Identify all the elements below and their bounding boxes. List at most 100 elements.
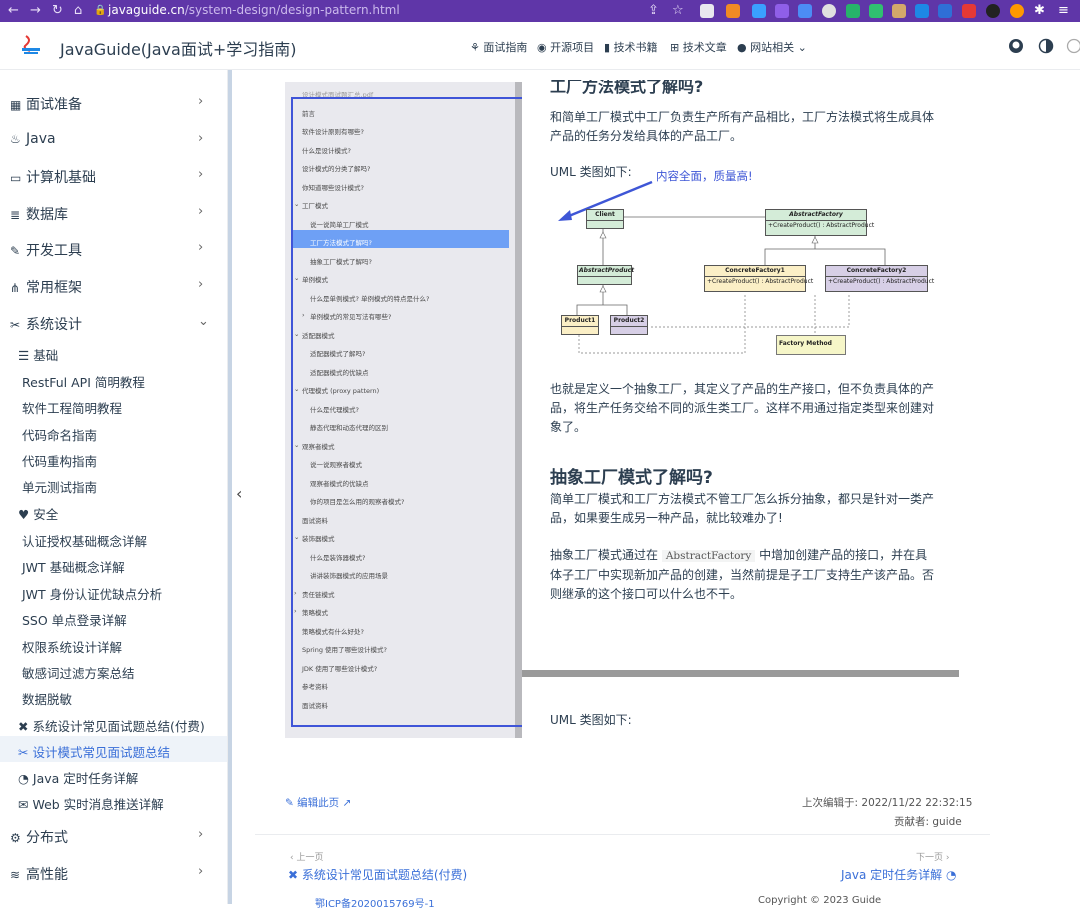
heading-abstract-factory: 抽象工厂模式了解吗? bbox=[550, 463, 713, 488]
theme-toggle-icon[interactable] bbox=[1038, 38, 1054, 54]
image-separator bbox=[522, 670, 959, 677]
sidebar-group-system-design[interactable]: ✂系统设计 bbox=[10, 314, 82, 334]
share-icon[interactable]: ⇪ bbox=[648, 3, 659, 18]
chevron-right-icon[interactable]: › bbox=[198, 94, 203, 109]
sidebar-item[interactable]: 代码命名指南 bbox=[22, 425, 97, 444]
sidebar-item[interactable]: 权限系统设计详解 bbox=[22, 637, 122, 656]
chevron-right-icon[interactable]: › bbox=[198, 131, 203, 146]
tools-icon: ✂ bbox=[18, 745, 32, 760]
sidebar-group-performance[interactable]: ≋高性能 bbox=[10, 864, 68, 884]
sidebar-subgroup-basic[interactable]: ☰ 基础 bbox=[18, 345, 58, 364]
sidebar-item[interactable]: 单元测试指南 bbox=[22, 477, 97, 496]
sidebar-group-interview-prep[interactable]: ▦面试准备 bbox=[10, 94, 82, 114]
forward-icon[interactable]: → bbox=[30, 3, 41, 18]
extension-icon[interactable] bbox=[775, 4, 789, 18]
extension-icon[interactable] bbox=[1010, 4, 1024, 18]
reading-list-icon[interactable]: ≡ bbox=[1058, 3, 1069, 18]
sidebar-scrollbar[interactable] bbox=[228, 70, 232, 904]
extension-icon[interactable] bbox=[846, 4, 860, 18]
collapse-sidebar-icon[interactable]: ‹ bbox=[236, 484, 242, 503]
uml-client-class: Client bbox=[586, 209, 624, 229]
puzzle-icon[interactable]: ✱ bbox=[1034, 3, 1045, 18]
browser-toolbar: ← → ↻ ⌂ 🔒 javaguide.cn/system-design/des… bbox=[0, 0, 1080, 22]
sidebar-group-database[interactable]: ≣数据库 bbox=[10, 204, 68, 224]
extension-icon[interactable] bbox=[700, 4, 714, 18]
extension-icon[interactable] bbox=[726, 4, 740, 18]
uml-product2-class: Product2 bbox=[610, 315, 648, 335]
sidebar-subgroup-security[interactable]: ♥ 安全 bbox=[18, 504, 58, 523]
javaguide-logo-icon[interactable] bbox=[18, 32, 44, 58]
chevron-right-icon[interactable]: › bbox=[198, 827, 203, 842]
sidebar-item[interactable]: 代码重构指南 bbox=[22, 451, 97, 470]
distributed-icon: ⚙ bbox=[10, 831, 24, 845]
extension-icon[interactable] bbox=[752, 4, 766, 18]
address-bar[interactable]: javaguide.cn/system-design/design-patter… bbox=[108, 3, 400, 17]
tool-icon: ✎ bbox=[10, 244, 24, 258]
sidebar-item[interactable]: 敏感词过滤方案总结 bbox=[22, 663, 135, 682]
database-icon: ≣ bbox=[10, 208, 24, 222]
message-icon: ✉ bbox=[18, 797, 32, 812]
uml-label: UML 类图如下: bbox=[550, 711, 935, 730]
sidebar-item-system-design-paid[interactable]: ✖ 系统设计常见面试题总结(付费) bbox=[18, 716, 205, 735]
nav-interview-guide[interactable]: ⚘ 面试指南 bbox=[470, 39, 527, 55]
sidebar-item[interactable]: 数据脱敏 bbox=[22, 689, 72, 708]
chevron-down-icon: ⌄ bbox=[794, 41, 807, 54]
extension-icon[interactable] bbox=[986, 4, 1000, 18]
nav-site-related[interactable]: ● 网站相关 ⌄ bbox=[737, 39, 807, 55]
sidebar-item-scheduled-tasks[interactable]: ◔ Java 定时任务详解 bbox=[18, 768, 138, 787]
reload-icon[interactable]: ↻ bbox=[52, 3, 63, 18]
sidebar-item-web-push[interactable]: ✉ Web 实时消息推送详解 bbox=[18, 794, 164, 813]
nav-articles[interactable]: ⊞ 技术文章 bbox=[670, 39, 727, 55]
sidebar-group-frameworks[interactable]: ⋔常用框架 bbox=[10, 277, 82, 297]
sidebar-group-distributed[interactable]: ⚙分布式 bbox=[10, 827, 68, 847]
extension-icon[interactable] bbox=[798, 4, 812, 18]
uml-concrete-factory1-class: ConcreteFactory1+CreateProduct() : Abstr… bbox=[704, 265, 806, 292]
next-page-link[interactable]: Java 定时任务详解 ◔ bbox=[841, 866, 956, 883]
prev-page-link[interactable]: ✖ 系统设计常见面试题总结(付费) bbox=[288, 866, 467, 883]
book-stack-icon: ▮ bbox=[604, 41, 614, 54]
chevron-right-icon[interactable]: › bbox=[198, 167, 203, 182]
bookmark-star-icon[interactable]: ☆ bbox=[672, 3, 684, 18]
icp-link[interactable]: 鄂ICP备2020015769号-1 bbox=[315, 895, 435, 910]
sidebar-item[interactable]: JWT 身份认证优缺点分析 bbox=[22, 584, 162, 603]
extension-icon[interactable] bbox=[869, 4, 883, 18]
calendar-icon: ▦ bbox=[10, 98, 24, 112]
sidebar-item-design-patterns[interactable]: ✂ 设计模式常见面试题总结 bbox=[18, 742, 170, 761]
extension-icon[interactable] bbox=[915, 4, 929, 18]
edit-this-page-link[interactable]: ✎ 编辑此页 ↗ bbox=[285, 795, 351, 810]
github-icon: ◉ bbox=[537, 41, 550, 54]
sidebar-item[interactable]: 认证授权基础概念详解 bbox=[22, 531, 147, 550]
design-icon: ✂ bbox=[10, 318, 24, 332]
chevron-right-icon[interactable]: › bbox=[198, 864, 203, 879]
paragraph: 简单工厂模式和工厂方法模式不管工厂怎么拆分抽象，都只是针对一类产品，如果要生成另… bbox=[550, 490, 935, 528]
chevron-right-icon[interactable]: › bbox=[198, 204, 203, 219]
clock-icon: ◔ bbox=[18, 771, 33, 786]
github-icon[interactable] bbox=[1008, 38, 1024, 54]
sidebar-group-cs-basics[interactable]: ▭计算机基础 bbox=[10, 167, 96, 187]
back-icon[interactable]: ← bbox=[8, 3, 19, 18]
sidebar-item[interactable]: SSO 单点登录详解 bbox=[22, 610, 127, 629]
search-icon[interactable] bbox=[1066, 38, 1080, 54]
nav-books[interactable]: ▮ 技术书籍 bbox=[604, 39, 658, 55]
site-title[interactable]: JavaGuide(Java面试+学习指南) bbox=[60, 36, 296, 60]
chevron-right-icon[interactable]: › bbox=[198, 240, 203, 255]
sidebar-item[interactable]: JWT 基础概念详解 bbox=[22, 557, 125, 576]
chevron-right-icon[interactable]: › bbox=[198, 277, 203, 292]
chevron-down-icon[interactable]: ⌄ bbox=[198, 314, 209, 329]
uml-product1-class: Product1 bbox=[561, 315, 599, 335]
computer-icon: ▭ bbox=[10, 171, 24, 185]
uml-note: Factory Method bbox=[776, 335, 846, 355]
extension-icon[interactable] bbox=[822, 4, 836, 18]
sidebar-group-java[interactable]: ♨Java bbox=[10, 131, 56, 147]
sidebar-item[interactable]: 软件工程简明教程 bbox=[22, 398, 122, 417]
sidebar-group-dev-tools[interactable]: ✎开发工具 bbox=[10, 240, 82, 260]
extension-icon[interactable] bbox=[962, 4, 976, 18]
paragraph: 和简单工厂模式中工厂负责生产所有产品相比，工厂方法模式将生成具体产品的任务分发给… bbox=[550, 108, 935, 146]
nav-open-source[interactable]: ◉ 开源项目 bbox=[537, 39, 594, 55]
extension-icon[interactable] bbox=[938, 4, 952, 18]
extension-icon[interactable] bbox=[892, 4, 906, 18]
sidebar-item[interactable]: RestFul API 简明教程 bbox=[22, 372, 145, 391]
home-icon[interactable]: ⌂ bbox=[74, 3, 82, 18]
clock-icon: ◔ bbox=[942, 868, 956, 882]
edit-icon: ✎ bbox=[285, 797, 297, 809]
